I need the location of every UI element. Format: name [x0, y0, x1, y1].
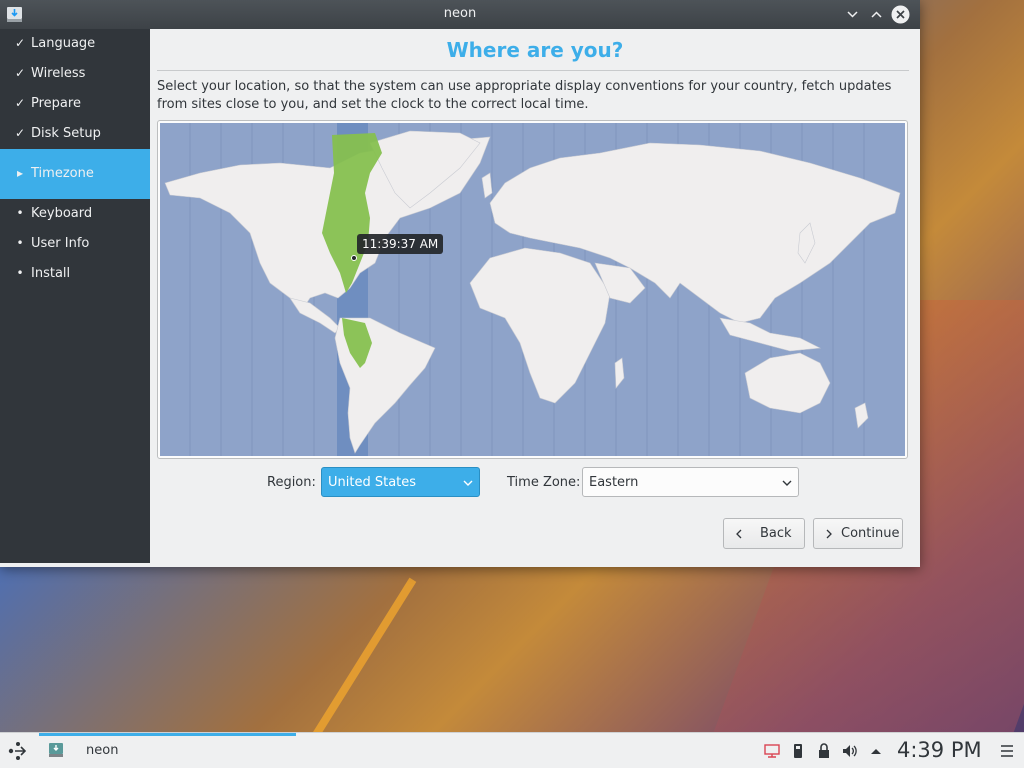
chevron-right-icon	[826, 529, 832, 539]
close-icon[interactable]	[891, 5, 910, 24]
installer-steps-sidebar: ✓ Language ✓ Wireless ✓ Prepare ✓ Disk S…	[0, 29, 150, 563]
panel-menu-icon[interactable]	[999, 743, 1015, 759]
step-language: ✓ Language	[0, 29, 150, 59]
taskbar-task-neon[interactable]: neon	[39, 733, 296, 768]
world-map[interactable]	[160, 123, 905, 456]
volume-icon[interactable]	[841, 742, 859, 760]
step-label: Language	[31, 36, 96, 51]
step-timezone: ▸ Timezone	[0, 149, 150, 199]
timezone-map[interactable]	[157, 120, 908, 459]
clock[interactable]: 4:39 PM	[897, 738, 982, 762]
step-done-check-icon: ✓	[14, 126, 26, 140]
step-label: Timezone	[31, 166, 94, 181]
installer-app-icon	[49, 743, 63, 757]
step-prepare: ✓ Prepare	[0, 89, 150, 119]
step-current-arrow-icon: ▸	[16, 166, 24, 180]
chevron-down-icon	[782, 480, 792, 486]
step-label: Install	[31, 266, 71, 281]
expand-tray-arrow-icon[interactable]	[867, 742, 885, 760]
page-description: Select your location, so that the system…	[157, 79, 892, 112]
installer-window: neon ✓ Language ✓ Wireless ✓ Prepare ✓ D…	[0, 0, 920, 567]
step-disk-setup: ✓ Disk Setup	[0, 119, 150, 149]
step-user-info: • User Info	[0, 229, 150, 259]
step-keyboard: • Keyboard	[0, 199, 150, 229]
step-done-check-icon: ✓	[14, 96, 26, 110]
divider	[157, 70, 909, 71]
map-time-tooltip: 11:39:37 AM	[357, 234, 444, 254]
step-label: Disk Setup	[31, 126, 101, 141]
step-label: User Info	[31, 236, 90, 251]
step-done-check-icon: ✓	[14, 36, 26, 50]
lock-icon[interactable]	[815, 742, 833, 760]
timezone-label: Time Zone:	[507, 475, 581, 490]
step-label: Keyboard	[31, 206, 93, 221]
region-label: Region:	[267, 475, 316, 490]
back-button-label: Back	[760, 526, 792, 541]
application-launcher-icon[interactable]	[6, 740, 28, 762]
step-pending-bullet-icon: •	[16, 236, 24, 250]
titlebar: neon	[0, 0, 920, 29]
timezone-select[interactable]: Eastern	[582, 467, 799, 497]
taskbar: neon 4:39 PM	[0, 732, 1024, 768]
step-install: • Install	[0, 259, 150, 289]
network-disconnected-icon[interactable]	[763, 742, 781, 760]
timezone-page: Where are you? Select your location, so …	[150, 29, 920, 567]
chevron-left-icon	[736, 529, 742, 539]
page-title: Where are you?	[446, 38, 624, 62]
step-label: Wireless	[31, 66, 86, 81]
continue-button-label: Continue	[841, 526, 900, 541]
active-task-indicator	[39, 733, 296, 736]
task-label: neon	[86, 743, 119, 758]
window-title: neon	[443, 6, 477, 21]
continue-button[interactable]: Continue	[813, 518, 903, 549]
step-wireless: ✓ Wireless	[0, 59, 150, 89]
region-select-value: United States	[328, 475, 417, 490]
maximize-icon[interactable]	[867, 5, 886, 24]
minimize-icon[interactable]	[843, 5, 862, 24]
location-pin-icon[interactable]	[351, 255, 357, 261]
step-pending-bullet-icon: •	[16, 266, 24, 280]
back-button[interactable]: Back	[723, 518, 805, 549]
usb-device-icon[interactable]	[789, 742, 807, 760]
region-select[interactable]: United States	[321, 467, 480, 497]
timezone-select-value: Eastern	[589, 475, 639, 490]
step-done-check-icon: ✓	[14, 66, 26, 80]
chevron-down-icon	[463, 480, 473, 486]
step-label: Prepare	[31, 96, 81, 111]
step-pending-bullet-icon: •	[16, 206, 24, 220]
